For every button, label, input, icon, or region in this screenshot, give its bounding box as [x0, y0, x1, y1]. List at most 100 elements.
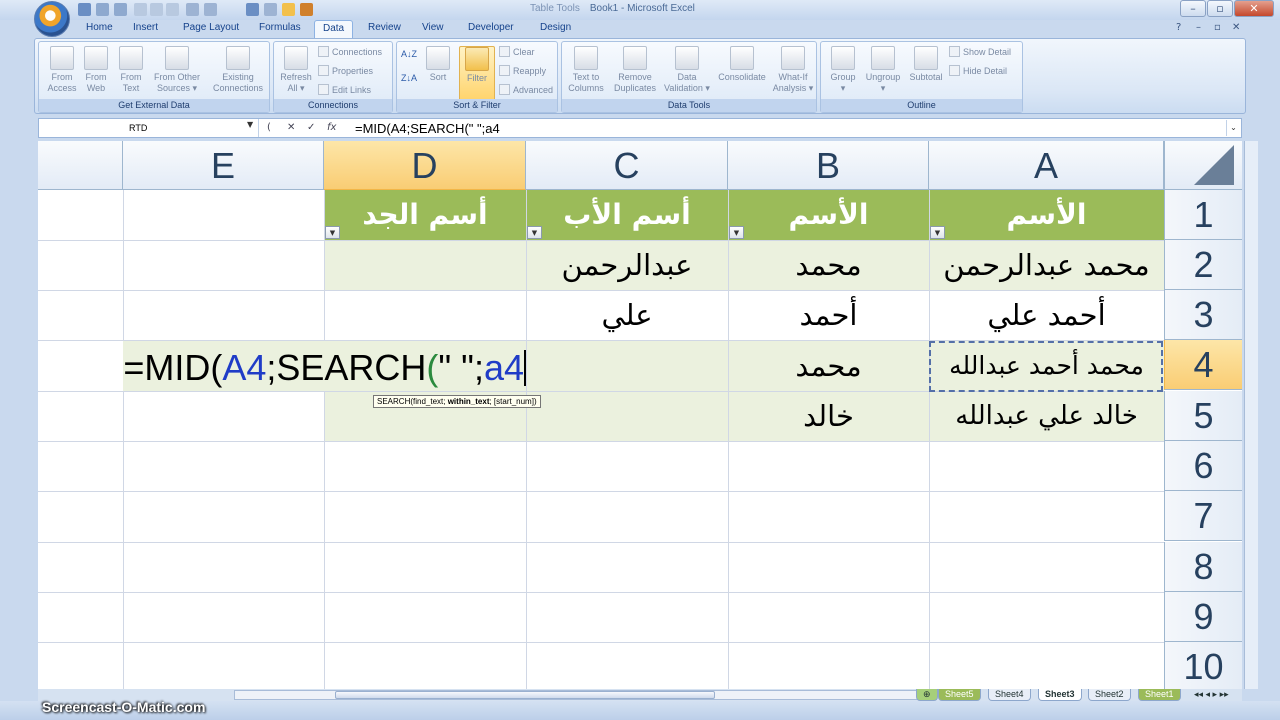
cell-b2[interactable]: محمد [728, 240, 929, 290]
data-validation-button[interactable]: Data Validation ▾ [660, 46, 714, 94]
ungroup-button[interactable]: Ungroup ▾ [861, 46, 905, 94]
enter-icon[interactable]: ✓ [307, 122, 315, 133]
from-access-button[interactable]: From Access [43, 46, 81, 94]
row-header-1[interactable]: 1 [1164, 190, 1242, 240]
column-header-d[interactable]: D [324, 141, 526, 190]
filter-dropdown-d[interactable]: ▼ [325, 226, 340, 239]
cell-c3[interactable]: علي [526, 290, 728, 340]
properties-button[interactable]: Properties [318, 63, 373, 80]
name-box[interactable]: RTD [39, 119, 259, 137]
what-if-analysis-button[interactable]: What-If Analysis ▾ [770, 46, 816, 94]
cell-b1[interactable]: الأسم [728, 190, 929, 240]
column-header-c[interactable]: C [526, 141, 728, 190]
quick-access-icon[interactable] [282, 3, 295, 16]
save-icon[interactable] [78, 3, 91, 16]
sheet-tab-sheet5[interactable]: Sheet5 [938, 689, 981, 701]
sheet-nav-arrows[interactable]: ◂◂ ◂ ▸ ▸▸ [1188, 689, 1235, 701]
from-other-sources-button[interactable]: From Other Sources ▾ [149, 46, 205, 94]
sheet-tab-sheet1[interactable]: Sheet1 [1138, 689, 1181, 701]
row-header-10[interactable]: 10 [1164, 642, 1242, 689]
insert-function-icon[interactable]: fx [327, 122, 336, 133]
vertical-scrollbar[interactable] [1244, 141, 1258, 689]
filter-dropdown-b[interactable]: ▼ [729, 226, 744, 239]
tab-review[interactable]: Review [368, 22, 401, 33]
quick-access-icon[interactable] [264, 3, 277, 16]
chevron-down-icon[interactable]: ▼ [247, 120, 253, 129]
row-header-3[interactable]: 3 [1164, 290, 1242, 340]
quick-access-icon[interactable] [134, 3, 147, 16]
cell-c1[interactable]: أسم الأب [526, 190, 728, 240]
existing-connections-button[interactable]: Existing Connections [209, 46, 267, 94]
maximize-button[interactable]: ▫ [1207, 0, 1233, 17]
cell-a5[interactable]: خالد علي عبدالله [929, 391, 1164, 441]
close-button[interactable]: ✕ [1234, 0, 1274, 17]
column-header-b[interactable]: B [728, 141, 929, 190]
insert-sheet-tab[interactable]: ⊕ [916, 689, 938, 701]
edit-links-button[interactable]: Edit Links [318, 82, 371, 99]
advanced-button[interactable]: Advanced [499, 82, 553, 99]
help-icon[interactable]: ? [1176, 22, 1181, 33]
sort-button[interactable]: Sort [423, 46, 453, 83]
remove-duplicates-button[interactable]: Remove Duplicates [610, 46, 660, 94]
office-button[interactable] [34, 1, 70, 37]
cell-b4[interactable]: محمد [728, 341, 929, 391]
cell-d4-editing[interactable]: =MID(A4;SEARCH(" ";a4 [123, 341, 526, 391]
tab-page-layout[interactable]: Page Layout [183, 22, 239, 33]
quick-access-icon[interactable] [204, 3, 217, 16]
workbook-close-icon[interactable]: ✕ [1232, 22, 1240, 33]
column-header-e[interactable]: E [123, 141, 324, 190]
column-header-a[interactable]: A [929, 141, 1164, 190]
filter-dropdown-c[interactable]: ▼ [527, 226, 542, 239]
formula-input[interactable]: =MID(A4;SEARCH(" ";a4 [355, 121, 500, 136]
redo-icon[interactable] [114, 3, 127, 16]
tab-home[interactable]: Home [86, 22, 113, 33]
collapse-icon[interactable]: ( [267, 122, 271, 133]
sort-a-to-z-button[interactable]: A↓Z [401, 46, 417, 63]
cell-a3[interactable]: أحمد علي [929, 290, 1164, 340]
cell-b5[interactable]: خالد [728, 391, 929, 441]
cell-d1[interactable]: أسم الجد [324, 190, 526, 240]
filter-dropdown-a[interactable]: ▼ [930, 226, 945, 239]
hide-detail-button[interactable]: Hide Detail [949, 63, 1007, 80]
tab-view[interactable]: View [422, 22, 444, 33]
row-header-8[interactable]: 8 [1164, 542, 1242, 592]
sheet-tab-sheet2[interactable]: Sheet2 [1088, 689, 1131, 701]
minimize-button[interactable]: – [1180, 0, 1206, 17]
group-button[interactable]: Group ▾ [825, 46, 861, 94]
horizontal-scrollbar[interactable] [234, 690, 924, 700]
reapply-button[interactable]: Reapply [499, 63, 546, 80]
select-all-button[interactable] [1164, 141, 1242, 190]
row-header-4[interactable]: 4 [1164, 340, 1242, 390]
subtotal-button[interactable]: Subtotal [905, 46, 947, 83]
connections-button[interactable]: Connections [318, 44, 382, 61]
text-to-columns-button[interactable]: Text to Columns [564, 46, 608, 94]
cell-a2[interactable]: محمد عبدالرحمن [929, 240, 1164, 290]
tab-data[interactable]: Data [314, 20, 354, 38]
consolidate-button[interactable]: Consolidate [714, 46, 770, 83]
filter-button[interactable]: Filter [459, 46, 495, 102]
clear-button[interactable]: Clear [499, 44, 535, 61]
column-header-blank[interactable] [38, 141, 123, 190]
refresh-all-button[interactable]: Refresh All ▾ [276, 46, 316, 94]
from-text-button[interactable]: From Text [114, 46, 148, 94]
cell-c2[interactable]: عبدالرحمن [526, 240, 728, 290]
undo-icon[interactable] [96, 3, 109, 16]
cell-a1[interactable]: الأسم [929, 190, 1164, 240]
tab-insert[interactable]: Insert [133, 22, 158, 33]
ribbon-restore-icon[interactable]: ▫ [1214, 22, 1221, 33]
quick-access-icon[interactable] [186, 3, 199, 16]
quick-access-icon[interactable] [150, 3, 163, 16]
tab-developer[interactable]: Developer [468, 22, 514, 33]
ribbon-minimize-icon[interactable]: – [1196, 22, 1201, 33]
show-detail-button[interactable]: Show Detail [949, 44, 1011, 61]
sheet-tab-sheet4[interactable]: Sheet4 [988, 689, 1031, 701]
row-header-5[interactable]: 5 [1164, 391, 1242, 441]
row-header-9[interactable]: 9 [1164, 592, 1242, 642]
in-cell-formula[interactable]: =MID(A4;SEARCH(" ";a4 [123, 347, 526, 389]
tab-formulas[interactable]: Formulas [259, 22, 301, 33]
row-header-6[interactable]: 6 [1164, 441, 1242, 491]
quick-access-icon[interactable] [166, 3, 179, 16]
tab-design[interactable]: Design [540, 22, 571, 33]
from-web-button[interactable]: From Web [79, 46, 113, 94]
row-header-2[interactable]: 2 [1164, 240, 1242, 290]
